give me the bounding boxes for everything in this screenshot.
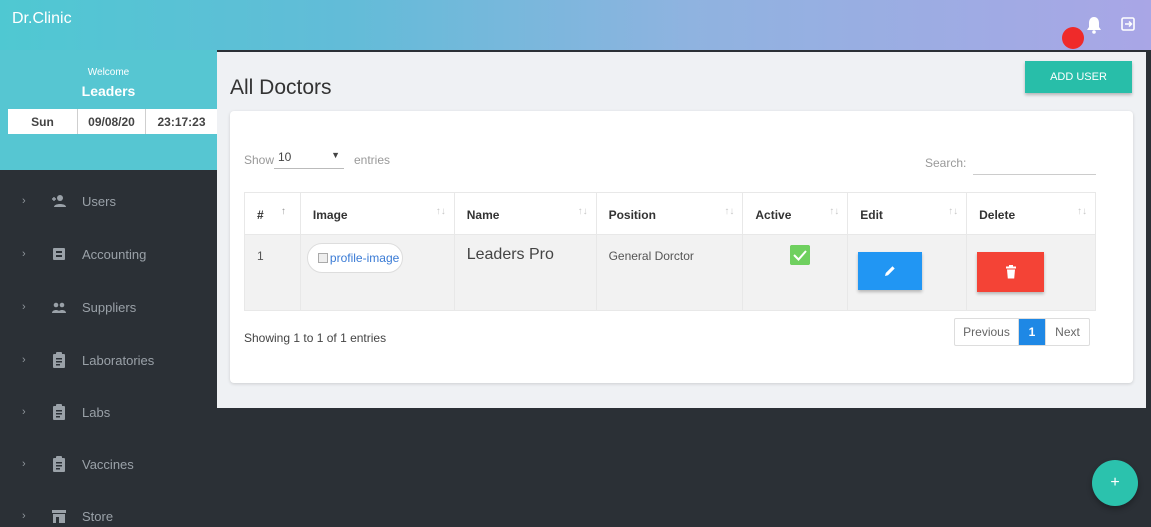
profile-image[interactable]: profile-image xyxy=(306,243,403,273)
chevron-right-icon: › xyxy=(22,195,26,207)
sidebar-item-label: Laboratories xyxy=(82,352,155,368)
entries-length-value: 10 xyxy=(278,150,292,164)
sidebar-item-suppliers[interactable]: › Suppliers xyxy=(0,292,217,322)
sidebar-item-laboratories[interactable]: › Laboratories xyxy=(0,345,217,375)
pagination-next[interactable]: Next xyxy=(1045,319,1089,345)
pagination-page-1[interactable]: 1 xyxy=(1019,319,1045,345)
chevron-right-icon: › xyxy=(22,458,26,470)
welcome-panel: Welcome Leaders Sun 09/08/20 23:17:23 xyxy=(0,50,217,170)
users-icon xyxy=(52,195,66,207)
edit-button[interactable] xyxy=(858,252,923,290)
top-bar: Dr.Clinic xyxy=(0,0,1151,50)
clipboard-icon xyxy=(53,352,65,368)
pagination: Previous 1 Next xyxy=(954,318,1090,346)
column-header-index[interactable]: # ↑ xyxy=(244,192,301,235)
table-header-row: # ↑ Image ↑↓ Name ↑↓ Position ↑↓ Active ↑↓ Ed… xyxy=(244,192,1096,235)
sidebar-item-label: Vaccines xyxy=(82,456,134,472)
chevron-right-icon: › xyxy=(22,301,26,313)
clipboard-icon xyxy=(53,404,65,420)
logout-icon[interactable] xyxy=(1120,16,1136,32)
column-header-active[interactable]: Active ↑↓ xyxy=(742,192,849,235)
main-content: All Doctors ADD USER Show 10 ▼ entries S… xyxy=(217,52,1146,408)
pencil-icon xyxy=(885,266,895,276)
date-time-box: Sun 09/08/20 23:17:23 xyxy=(8,109,217,134)
doctors-table: # ↑ Image ↑↓ Name ↑↓ Position ↑↓ Active ↑↓ Ed… xyxy=(244,192,1096,311)
date-label: 09/08/20 xyxy=(78,109,146,134)
column-header-delete[interactable]: Delete ↑↓ xyxy=(966,192,1096,235)
add-user-button[interactable]: ADD USER xyxy=(1025,61,1132,93)
cell-index: 1 xyxy=(244,234,301,311)
floating-add-button[interactable]: + xyxy=(1092,460,1138,506)
time-label: 23:17:23 xyxy=(157,114,206,129)
sidebar-item-accounting[interactable]: › Accounting xyxy=(0,239,217,269)
day-label: Sun xyxy=(8,109,78,134)
column-header-edit[interactable]: Edit ↑↓ xyxy=(847,192,968,235)
sidebar-item-label: Accounting xyxy=(82,246,147,262)
welcome-greeting: Welcome xyxy=(87,67,130,78)
sidebar-item-label: Labs xyxy=(82,404,111,420)
cell-edit xyxy=(847,234,968,311)
cell-position: General Dorctor xyxy=(595,234,744,311)
column-header-name[interactable]: Name ↑↓ xyxy=(453,192,597,235)
entries-label: entries xyxy=(354,153,391,167)
sort-icon: ↑↓ xyxy=(577,206,588,217)
sidebar-item-store[interactable]: › Store xyxy=(0,501,217,527)
suppliers-icon xyxy=(52,302,66,313)
sort-icon: ↑↓ xyxy=(435,206,446,217)
cell-name: Leaders Pro xyxy=(453,234,597,311)
welcome-user: Leaders xyxy=(81,83,136,99)
page-title: All Doctors xyxy=(230,76,332,99)
notification-dot xyxy=(1062,27,1084,49)
column-header-image[interactable]: Image ↑↓ xyxy=(299,192,455,235)
show-label: Show xyxy=(244,153,275,167)
sidebar-item-labs[interactable]: › Labs xyxy=(0,397,217,427)
search-label: Search: xyxy=(925,156,967,170)
search-input[interactable] xyxy=(973,151,1096,175)
trash-icon xyxy=(1005,265,1016,279)
sort-icon: ↑↓ xyxy=(724,206,735,217)
chevron-down-icon: ▼ xyxy=(331,150,340,160)
accounting-icon xyxy=(53,248,65,260)
sidebar-item-label: Users xyxy=(82,193,116,209)
chevron-right-icon: › xyxy=(22,510,26,522)
sort-icon: ↑↓ xyxy=(829,206,840,217)
table-info: Showing 1 to 1 of 1 entries xyxy=(244,331,387,345)
cell-delete xyxy=(966,234,1096,311)
store-icon xyxy=(52,510,66,523)
active-checkbox[interactable] xyxy=(790,245,811,265)
bell-icon[interactable] xyxy=(1086,16,1102,34)
sidebar-item-users[interactable]: › Users xyxy=(0,186,217,216)
delete-button[interactable] xyxy=(977,252,1045,292)
cell-active xyxy=(742,234,849,311)
clipboard-icon xyxy=(53,456,65,472)
entries-length-select[interactable]: 10 ▼ xyxy=(274,150,344,169)
sidebar-item-vaccines[interactable]: › Vaccines xyxy=(0,449,217,479)
pagination-previous[interactable]: Previous xyxy=(955,319,1019,345)
broken-image-icon xyxy=(317,253,328,263)
table-row: 1 profile-image Leaders Pro General Dorc… xyxy=(244,234,1096,311)
brand-logo[interactable]: Dr.Clinic xyxy=(12,10,72,28)
sidebar-item-label: Suppliers xyxy=(82,299,137,315)
sidebar-item-label: Store xyxy=(82,508,114,524)
chevron-right-icon: › xyxy=(22,406,26,418)
chevron-right-icon: › xyxy=(22,354,26,366)
sort-icon: ↑↓ xyxy=(948,206,959,217)
sort-icon: ↑↓ xyxy=(1077,206,1087,217)
sort-icon: ↑ xyxy=(280,206,286,217)
profile-image-alt: profile-image xyxy=(329,251,400,265)
chevron-right-icon: › xyxy=(22,248,26,260)
cell-image: profile-image xyxy=(299,234,455,311)
column-header-position[interactable]: Position ↑↓ xyxy=(595,192,744,235)
